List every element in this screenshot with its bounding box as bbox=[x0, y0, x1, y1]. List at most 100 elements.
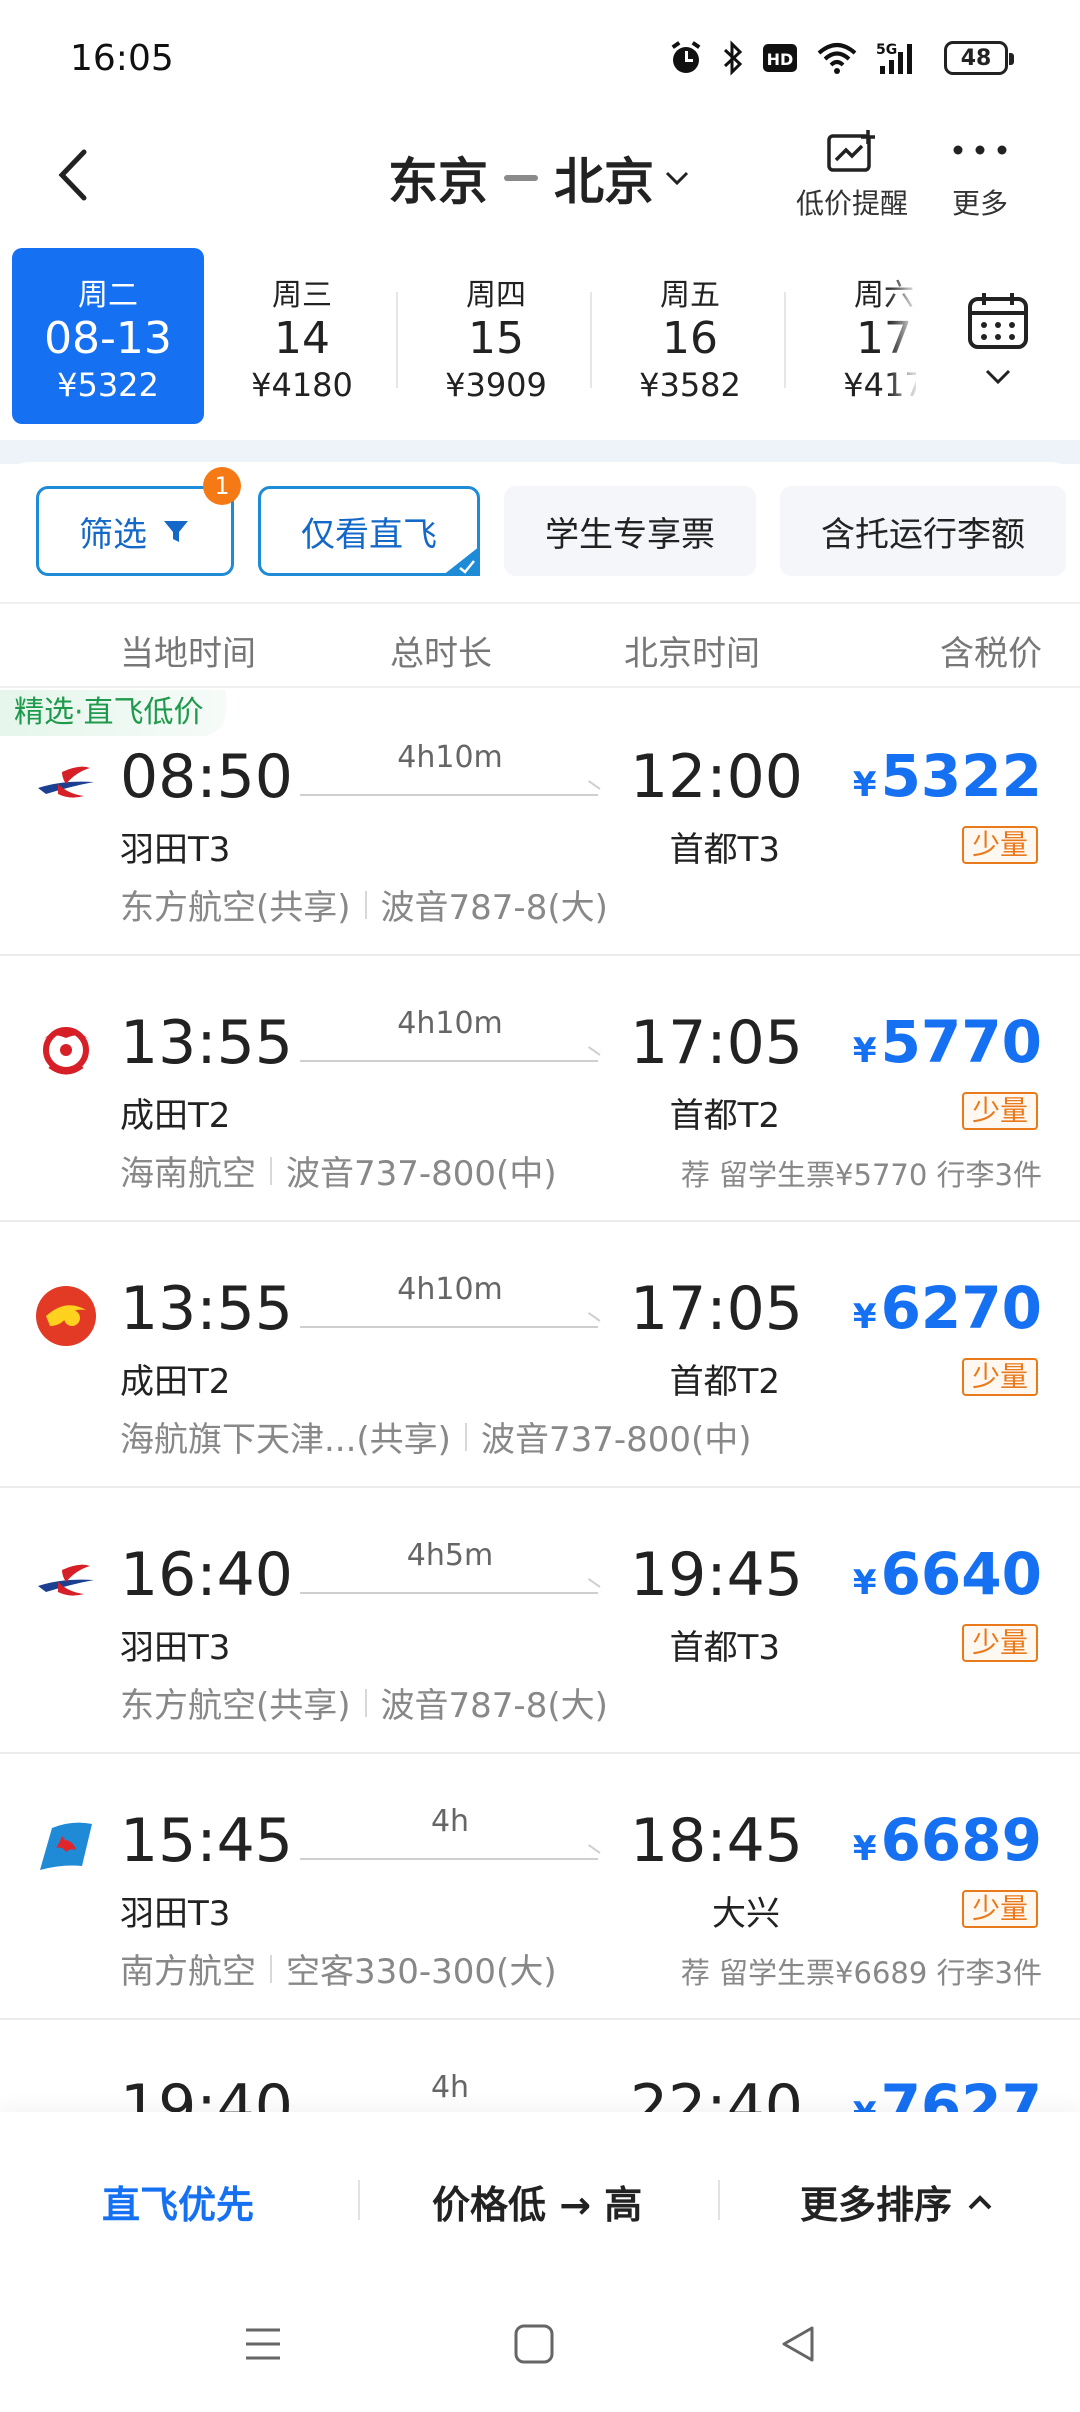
flight-info: 东方航空(共享) 波音787-8(大) bbox=[120, 1678, 608, 1727]
info-divider bbox=[364, 1688, 367, 1717]
date-divider bbox=[396, 292, 398, 388]
airline-name: 南方航空 bbox=[120, 1952, 256, 1992]
availability-badge: 少量 bbox=[961, 1092, 1038, 1130]
sort-direct-first[interactable]: 直飞优先 bbox=[102, 2174, 254, 2229]
aircraft-type: 波音787-8(大) bbox=[380, 888, 608, 928]
date-price: ¥5322 bbox=[57, 366, 159, 404]
airline-name: 海航旗下天津...(共享) bbox=[120, 1420, 451, 1460]
chevron-up-icon bbox=[968, 2194, 992, 2209]
col-duration: 总时长 bbox=[390, 634, 492, 674]
flight-duration: 4h bbox=[430, 1804, 470, 1839]
sort-price-asc[interactable]: 价格低 → 高 bbox=[432, 2174, 642, 2229]
date-item-0813[interactable]: 周二 08-13 ¥5322 bbox=[12, 248, 204, 424]
date-price: ¥3582 bbox=[639, 366, 741, 404]
flight-row[interactable]: 13:55 成田T2 4h10m 17:05 首都T2 ¥6270 少量 海航旗… bbox=[0, 1222, 1080, 1488]
baggage-label: 含托运行李额 bbox=[821, 514, 1025, 555]
date-day: 08-13 bbox=[44, 313, 172, 364]
departure-time: 08:50 bbox=[120, 742, 293, 812]
system-nav-bar bbox=[0, 2282, 1080, 2412]
filter-bar: 筛选 1 仅看直飞 学生专享票 含托运行李额 bbox=[0, 462, 1080, 602]
date-item-15[interactable]: 周四 15 ¥3909 bbox=[400, 248, 592, 424]
direct-only-label: 仅看直飞 bbox=[301, 514, 437, 555]
duration-arrow bbox=[300, 794, 598, 796]
student-fare-label: 学生专享票 bbox=[545, 514, 715, 555]
availability-badge: 少量 bbox=[961, 826, 1038, 864]
flight-row[interactable]: 16:40 羽田T3 4h5m 19:45 首都T3 ¥6640 少量 东方航空… bbox=[0, 1488, 1080, 1754]
duration-arrow bbox=[300, 1326, 598, 1328]
more-button[interactable]: 更多 bbox=[948, 128, 1012, 222]
info-divider bbox=[364, 890, 367, 919]
alarm-icon bbox=[671, 41, 701, 73]
info-divider bbox=[270, 1156, 272, 1185]
sort-more[interactable]: 更多排序 bbox=[800, 2174, 996, 2229]
home-nav-icon[interactable] bbox=[512, 2322, 556, 2366]
strip-divider bbox=[0, 440, 1080, 464]
date-day: 16 bbox=[662, 313, 718, 364]
more-label: 更多 bbox=[951, 187, 1008, 220]
filter-button[interactable]: 筛选 1 bbox=[36, 467, 241, 576]
date-weekday: 周四 bbox=[466, 278, 526, 313]
hainan-airlines-logo-icon bbox=[42, 1027, 90, 1075]
arrival-time: 17:05 bbox=[630, 1274, 803, 1344]
date-divider bbox=[784, 292, 786, 388]
date-price: ¥4180 bbox=[251, 366, 353, 404]
status-icons: HD 5G 48 bbox=[668, 40, 1014, 76]
arrival-time: 12:00 bbox=[630, 742, 803, 812]
date-item-16[interactable]: 周五 16 ¥3582 bbox=[594, 248, 786, 424]
airline-name: 东方航空(共享) bbox=[120, 888, 351, 928]
price-alert-button[interactable]: 低价提醒 bbox=[796, 128, 908, 222]
student-fare-recommendation: 荐 留学生票¥6689 行李3件 bbox=[680, 1956, 1042, 1990]
svg-text:HD: HD bbox=[767, 50, 794, 69]
departure-airport: 羽田T3 bbox=[120, 830, 231, 870]
sort-more-label: 更多排序 bbox=[800, 2183, 953, 2227]
price-value: 6640 bbox=[880, 1540, 1042, 1608]
date-price: ¥3909 bbox=[445, 366, 547, 404]
arrival-airport: 首都T2 bbox=[669, 1096, 780, 1136]
date-item-14[interactable]: 周三 14 ¥4180 bbox=[206, 248, 398, 424]
flight-price: ¥5322 bbox=[853, 742, 1042, 810]
battery-icon: 48 bbox=[944, 41, 1014, 75]
price-value: 6270 bbox=[880, 1274, 1042, 1342]
flight-duration: 4h10m bbox=[397, 1006, 503, 1041]
baggage-chip[interactable]: 含托运行李额 bbox=[780, 486, 1066, 576]
yen-symbol: ¥ bbox=[852, 1563, 877, 1603]
status-time: 16:05 bbox=[70, 38, 174, 79]
student-fare-chip[interactable]: 学生专享票 bbox=[504, 486, 756, 576]
route-title[interactable]: 东京 北京 bbox=[0, 142, 1080, 214]
route-dash bbox=[504, 175, 538, 181]
flight-info: 海南航空 波音737-800(中) bbox=[120, 1146, 557, 1195]
flight-duration: 4h10m bbox=[397, 740, 503, 775]
direct-only-chip[interactable]: 仅看直飞 bbox=[258, 486, 480, 576]
flight-row[interactable]: 08:50 羽田T3 4h10m 12:00 首都T3 ¥5322 少量 东方航… bbox=[0, 690, 1080, 956]
back-nav-icon[interactable] bbox=[778, 2322, 818, 2366]
flight-info: 东方航空(共享) 波音787-8(大) bbox=[120, 880, 608, 929]
aircraft-type: 波音737-800(中) bbox=[480, 1420, 752, 1460]
filter-label: 筛选 bbox=[79, 514, 147, 555]
availability-badge: 少量 bbox=[961, 1358, 1038, 1396]
departure-time: 16:40 bbox=[120, 1540, 293, 1610]
info-divider bbox=[270, 1954, 272, 1983]
calendar-icon bbox=[968, 293, 1028, 349]
chevron-down-icon bbox=[665, 171, 689, 186]
yen-symbol: ¥ bbox=[852, 1829, 877, 1869]
svg-text:5G: 5G bbox=[876, 42, 897, 58]
status-bar: 16:05 HD 5G 48 bbox=[0, 0, 1080, 120]
yen-symbol: ¥ bbox=[852, 765, 877, 805]
calendar-button[interactable] bbox=[916, 240, 1080, 440]
departure-airport: 羽田T3 bbox=[120, 1628, 231, 1668]
menu-nav-icon[interactable] bbox=[242, 2322, 284, 2366]
flight-row[interactable]: 13:55 成田T2 4h10m 17:05 首都T2 ¥5770 少量 海南航… bbox=[0, 956, 1080, 1222]
flight-duration: 4h10m bbox=[397, 1272, 503, 1307]
availability-badge: 少量 bbox=[961, 1890, 1038, 1928]
flight-row[interactable]: 15:45 羽田T3 4h 18:45 大兴 ¥6689 少量 南方航空 空客33… bbox=[0, 1754, 1080, 2020]
date-day: 15 bbox=[468, 313, 524, 364]
arrival-airport: 首都T2 bbox=[669, 1362, 780, 1402]
china-eastern-logo-icon bbox=[38, 1564, 94, 1596]
yen-symbol: ¥ bbox=[852, 1297, 877, 1337]
availability-badge: 少量 bbox=[961, 1624, 1038, 1662]
duration-arrow bbox=[300, 1060, 598, 1062]
price-value: 6689 bbox=[880, 1806, 1042, 1874]
price-value: 5322 bbox=[880, 742, 1042, 810]
sort-divider bbox=[358, 2180, 360, 2220]
chevron-down-icon bbox=[985, 369, 1011, 385]
